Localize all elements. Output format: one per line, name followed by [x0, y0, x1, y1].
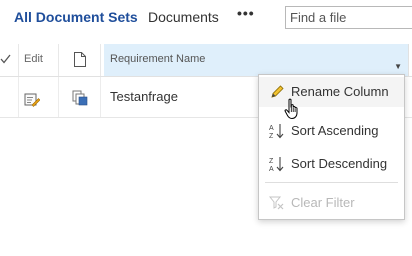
clear-filter-item: Clear Filter [259, 188, 404, 218]
sort-z-a-icon: Z A [269, 157, 284, 172]
column-header-next [408, 44, 412, 76]
menu-item-label: Sort Ascending [291, 123, 379, 138]
requirement-name-cell[interactable]: Testanfrage [110, 89, 178, 104]
checkmark-icon[interactable] [0, 52, 12, 66]
column-header-requirement-name[interactable]: Requirement Name ▼ [104, 44, 408, 76]
menu-item-label: Rename Column [291, 84, 389, 99]
tab-all-document-sets[interactable]: All Document Sets [14, 9, 138, 25]
column-divider [100, 77, 101, 117]
document-icon[interactable] [73, 51, 87, 68]
sort-descending-item[interactable]: Z A Sort Descending [259, 149, 404, 179]
menu-item-label: Sort Descending [291, 156, 388, 171]
column-header-edit: Edit [24, 53, 43, 65]
menu-item-label: Clear Filter [291, 195, 355, 210]
rename-column-item[interactable]: Rename Column [259, 77, 404, 107]
clear-filter-icon [269, 196, 284, 210]
chevron-down-icon[interactable]: ▼ [394, 62, 402, 71]
column-divider [58, 44, 59, 76]
edit-properties-icon[interactable] [24, 91, 40, 107]
more-views-button[interactable]: ••• [237, 5, 255, 21]
svg-text:A: A [269, 125, 274, 132]
sort-a-z-icon: A Z [269, 124, 284, 139]
svg-text:Z: Z [269, 158, 274, 165]
column-divider [18, 77, 19, 117]
column-context-menu: Rename Column A Z Sort Ascending Z A Sor… [258, 74, 405, 220]
column-divider [100, 44, 101, 76]
column-divider [18, 44, 19, 76]
sort-ascending-item[interactable]: A Z Sort Ascending [259, 116, 404, 146]
svg-text:Z: Z [269, 133, 274, 139]
pencil-icon [271, 85, 284, 98]
document-set-icon [72, 90, 88, 106]
svg-text:A: A [269, 166, 274, 172]
list-header: Edit Requirement Name ▼ [0, 44, 412, 77]
column-divider [58, 77, 59, 117]
search-input[interactable] [285, 6, 412, 29]
tab-documents[interactable]: Documents [148, 9, 219, 25]
menu-divider [265, 182, 398, 183]
hand-pointer-icon [284, 98, 298, 120]
view-switcher: All Document Sets Documents ••• [0, 0, 412, 36]
column-header-label: Requirement Name [110, 53, 206, 65]
